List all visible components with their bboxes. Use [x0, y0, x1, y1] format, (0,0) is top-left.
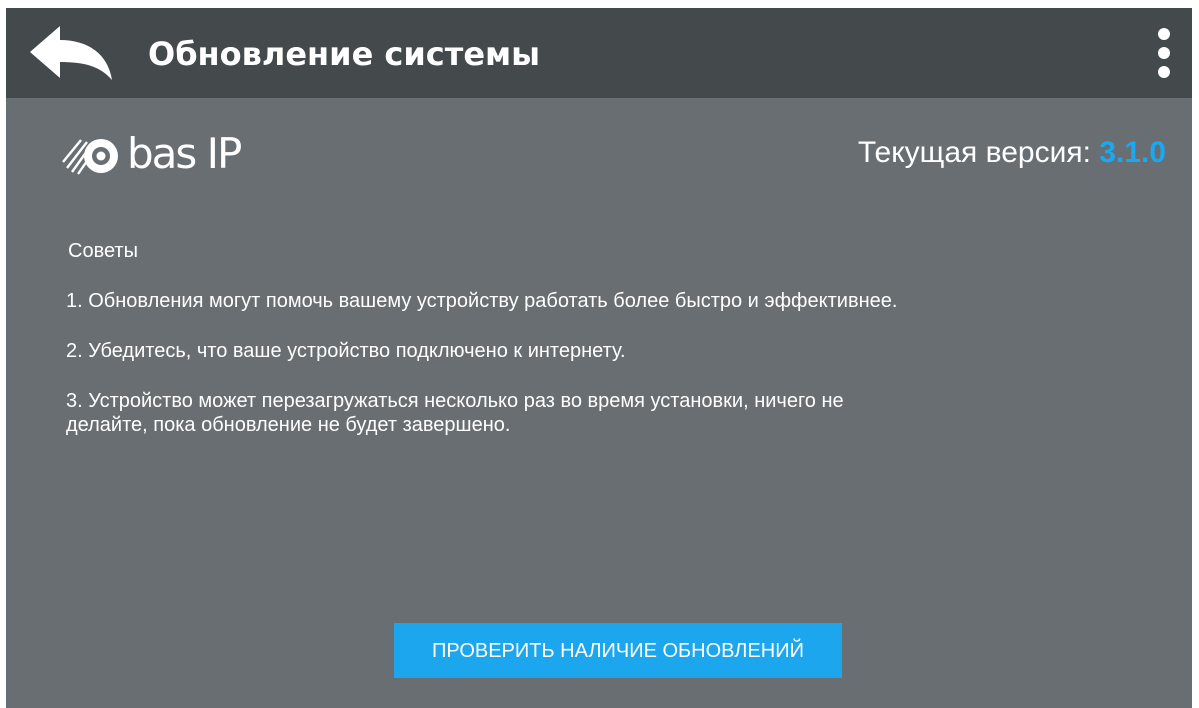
- page-title: Обновление системы: [148, 35, 541, 73]
- logo-text: bas IP: [127, 129, 242, 178]
- tips-section: Советы 1. Обновления могут помочь вашему…: [66, 239, 1166, 463]
- system-update-screen: Обновление системы bas IP Текущая версия…: [6, 8, 1192, 708]
- brand-logo: bas IP: [61, 126, 242, 182]
- tip-item: 1. Обновления могут помочь вашему устрой…: [66, 290, 898, 312]
- bas-ip-logo-icon: [62, 139, 118, 175]
- current-version: Текущая версия: 3.1.0: [858, 136, 1166, 170]
- check-updates-button[interactable]: ПРОВЕРИТЬ НАЛИЧИЕ ОБНОВЛЕНИЙ: [394, 623, 842, 678]
- back-button[interactable]: [26, 22, 116, 84]
- tip-item: 2. Убедитесь, что ваше устройство подклю…: [66, 340, 626, 362]
- tips-title: Советы: [68, 240, 138, 262]
- more-vert-icon: [1158, 28, 1170, 78]
- overflow-menu-button[interactable]: [1150, 26, 1178, 82]
- tip-item: 3. Устройство может перезагружаться неск…: [66, 390, 844, 436]
- version-value: 3.1.0: [1099, 136, 1166, 169]
- app-bar: Обновление системы: [6, 8, 1192, 98]
- version-label: Текущая версия:: [857, 136, 1100, 169]
- back-arrow-icon: [30, 26, 112, 80]
